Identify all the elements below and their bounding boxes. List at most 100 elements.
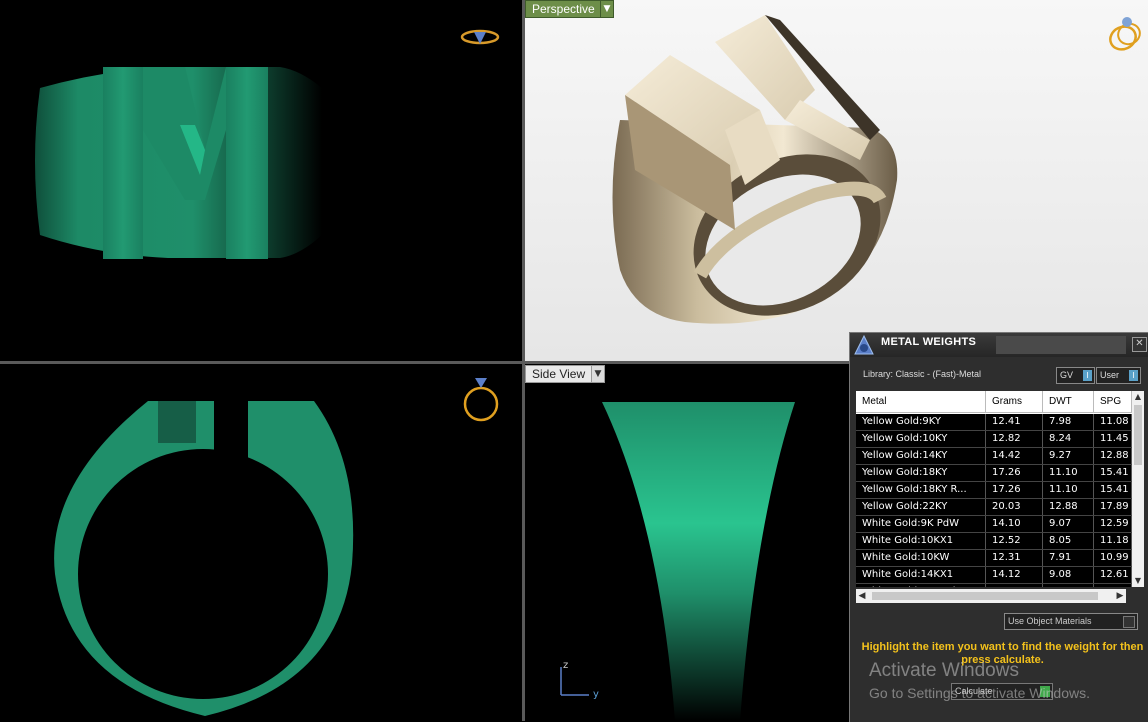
- side-view-label[interactable]: Side View: [525, 365, 593, 383]
- perspective-dropdown-icon[interactable]: ▼: [600, 0, 614, 18]
- cell-grams: 14.12: [986, 567, 1043, 583]
- cell-dwt: 9.27: [1043, 448, 1094, 464]
- table-row[interactable]: Yellow Gold:9KY 12.41 7.98 11.08: [856, 414, 1132, 431]
- cell-spg: 11.08: [1094, 414, 1132, 430]
- scale-icon: [854, 334, 874, 355]
- cell-metal: White Gold:14KX1: [856, 567, 986, 583]
- metal-table: Metal Grams DWT SPG Yellow Gold:9KY 12.41…: [856, 391, 1132, 587]
- cell-dwt: 9.08: [1043, 567, 1094, 583]
- cell-grams: 12.82: [986, 431, 1043, 447]
- cell-grams: 14.10: [986, 516, 1043, 532]
- cell-metal: White Gold:10KX1: [856, 533, 986, 549]
- panel-titlebar[interactable]: METAL WEIGHTS ✕: [850, 333, 1148, 357]
- cell-grams: 17.26: [986, 465, 1043, 481]
- scroll-down-icon[interactable]: ▼: [1132, 575, 1144, 587]
- cell-metal: Yellow Gold:18KY: [856, 465, 986, 481]
- cell-metal: Yellow Gold:22KY: [856, 499, 986, 515]
- user-label: User: [1100, 370, 1120, 380]
- cell-spg: 11.45: [1094, 431, 1132, 447]
- cell-metal: Yellow Gold:9KY: [856, 414, 986, 430]
- panel-title: METAL WEIGHTS: [881, 336, 977, 348]
- cell-dwt: 8.05: [1043, 533, 1094, 549]
- cell-dwt: 12.88: [1043, 499, 1094, 515]
- cell-dwt: 11.10: [1043, 465, 1094, 481]
- metal-weights-panel: METAL WEIGHTS ✕ Library: Classic - (Fast…: [849, 332, 1148, 722]
- perspective-ring-icon: [1109, 17, 1141, 51]
- table-row[interactable]: Yellow Gold:22KY 20.03 12.88 17.89: [856, 499, 1132, 516]
- gv-indicator-icon: I: [1083, 370, 1092, 381]
- cell-spg: 15.41: [1094, 465, 1132, 481]
- cell-metal: Yellow Gold:14KY: [856, 448, 986, 464]
- user-toggle[interactable]: User I: [1096, 367, 1141, 384]
- table-body: Yellow Gold:9KY 12.41 7.98 11.08 Yellow Gold…: [856, 414, 1132, 587]
- cell-grams: 12.41: [986, 414, 1043, 430]
- panel-title-bar: [996, 336, 1126, 354]
- calculate-label: Calculate: [955, 686, 993, 696]
- cell-dwt: 10.35: [1043, 584, 1094, 587]
- table-horizontal-scrollbar[interactable]: ◀ ▶: [856, 589, 1126, 603]
- table-row[interactable]: Yellow Gold:18KY 17.26 11.10 15.41: [856, 465, 1132, 482]
- horizontal-scroll-thumb[interactable]: [872, 592, 1098, 600]
- viewport-top[interactable]: [0, 364, 522, 721]
- scroll-up-icon[interactable]: ▲: [1132, 391, 1144, 403]
- cell-grams: 16.09: [986, 584, 1043, 587]
- top-view-ring: [54, 401, 354, 716]
- table-row[interactable]: White Gold:14KX1 14.12 9.08 12.61: [856, 567, 1132, 584]
- cell-metal: White Gold:10KW: [856, 550, 986, 566]
- vertical-scroll-thumb[interactable]: [1134, 405, 1142, 465]
- cell-spg: 17.89: [1094, 499, 1132, 515]
- perspective-label[interactable]: Perspective: [525, 0, 602, 18]
- table-vertical-scrollbar[interactable]: ▲ ▼: [1132, 391, 1144, 587]
- cell-grams: 20.03: [986, 499, 1043, 515]
- cell-metal: White Gold:9K PdW: [856, 516, 986, 532]
- cell-spg: 14.37: [1094, 584, 1132, 587]
- table-row[interactable]: White Gold:10KX1 12.52 8.05 11.18: [856, 533, 1132, 550]
- use-object-materials-label: Use Object Materials: [1008, 616, 1092, 626]
- gv-toggle[interactable]: GV I: [1056, 367, 1095, 384]
- front-ring-icon: [460, 29, 500, 45]
- front-view-ring: [35, 67, 322, 259]
- viewport-front[interactable]: [0, 0, 522, 361]
- cell-grams: 17.26: [986, 482, 1043, 498]
- user-indicator-icon: I: [1129, 370, 1138, 381]
- viewport-perspective[interactable]: Perspective ▼: [525, 0, 1148, 361]
- instruction-text: Highlight the item you want to find the …: [861, 641, 1144, 666]
- col-spg[interactable]: SPG: [1094, 391, 1132, 412]
- cell-grams: 12.52: [986, 533, 1043, 549]
- cell-grams: 14.42: [986, 448, 1043, 464]
- table-header: Metal Grams DWT SPG: [856, 391, 1132, 413]
- cell-dwt: 9.07: [1043, 516, 1094, 532]
- table-row[interactable]: White Gold:9K PdW 14.10 9.07 12.59: [856, 516, 1132, 533]
- table-row[interactable]: Yellow Gold:18KY R... 17.26 11.10 15.41: [856, 482, 1132, 499]
- table-row[interactable]: Yellow Gold:10KY 12.82 8.24 11.45: [856, 431, 1132, 448]
- cell-dwt: 7.91: [1043, 550, 1094, 566]
- cell-spg: 12.59: [1094, 516, 1132, 532]
- gv-label: GV: [1060, 370, 1074, 380]
- table-row[interactable]: Yellow Gold:14KY 14.42 9.27 12.88: [856, 448, 1132, 465]
- scroll-right-icon[interactable]: ▶: [1114, 589, 1126, 603]
- cell-spg: 11.18: [1094, 533, 1132, 549]
- top-ring-icon: [463, 378, 499, 422]
- cell-dwt: 8.24: [1043, 431, 1094, 447]
- library-label: Library: Classic - (Fast)-Metal: [863, 369, 982, 379]
- cell-spg: 12.88: [1094, 448, 1132, 464]
- col-grams[interactable]: Grams: [986, 391, 1043, 412]
- scroll-left-icon[interactable]: ◀: [856, 589, 868, 603]
- axis-y-label: y: [593, 689, 599, 700]
- cell-spg: 12.61: [1094, 567, 1132, 583]
- table-row[interactable]: White Gold:14K PdW16.0910.3514.37: [856, 584, 1132, 587]
- cell-metal: White Gold:14K PdW: [856, 584, 986, 587]
- calculate-button[interactable]: Calculate: [951, 683, 1053, 700]
- use-object-materials-toggle[interactable]: Use Object Materials: [1004, 613, 1138, 630]
- side-view-dropdown-icon[interactable]: ▼: [591, 365, 605, 383]
- play-icon: [1040, 686, 1050, 697]
- cell-metal: Yellow Gold:10KY: [856, 431, 986, 447]
- col-dwt[interactable]: DWT: [1043, 391, 1094, 412]
- table-row[interactable]: White Gold:10KW 12.31 7.91 10.99: [856, 550, 1132, 567]
- close-icon[interactable]: ✕: [1132, 337, 1147, 352]
- viewport-divider-vertical[interactable]: [522, 0, 525, 721]
- perspective-ring-model: [612, 15, 898, 324]
- cell-spg: 10.99: [1094, 550, 1132, 566]
- cell-spg: 15.41: [1094, 482, 1132, 498]
- col-metal[interactable]: Metal: [856, 391, 986, 412]
